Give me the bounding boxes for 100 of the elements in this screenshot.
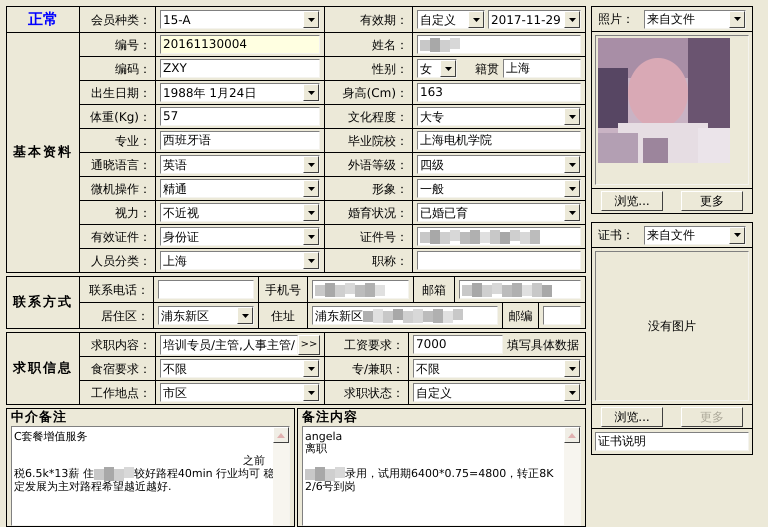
group-title: 中介备注 bbox=[11, 410, 68, 425]
text-field[interactable]: 163 bbox=[417, 83, 581, 102]
dropdown[interactable]: 1988年 1月24日 bbox=[160, 83, 320, 102]
dropdown[interactable]: 不限 bbox=[413, 359, 581, 378]
field-label: 工作地点： bbox=[91, 384, 151, 402]
field-label: 工资要求： bbox=[344, 336, 404, 354]
dropdown[interactable]: 四级 bbox=[417, 155, 581, 174]
note-text: 税6.5k*13薪 住 bbox=[14, 468, 94, 480]
text-field[interactable] bbox=[417, 227, 581, 246]
field-label: 身高(Cm)： bbox=[342, 84, 408, 102]
caret-icon bbox=[308, 90, 314, 94]
dropdown[interactable]: 市区 bbox=[160, 383, 320, 402]
dropdown[interactable]: 自定义 bbox=[413, 383, 581, 402]
field-label: 外语等级： bbox=[348, 156, 408, 174]
caret-icon bbox=[568, 210, 576, 214]
button[interactable]: 浏览... bbox=[601, 191, 663, 211]
group-title: 备注内容 bbox=[302, 410, 359, 425]
pixelated-redaction bbox=[94, 467, 134, 481]
text-field[interactable] bbox=[312, 280, 409, 299]
more-button[interactable]: >> bbox=[298, 334, 320, 354]
dropdown[interactable]: 浦东新区 bbox=[158, 306, 254, 325]
dropdown[interactable]: 女 bbox=[417, 59, 457, 78]
caret-icon bbox=[568, 18, 576, 22]
caret-icon bbox=[734, 233, 740, 237]
caret-icon bbox=[472, 18, 480, 22]
dropdown[interactable]: 大专 bbox=[417, 107, 581, 126]
dropdown[interactable]: 已婚已育 bbox=[417, 203, 581, 222]
pixelated-redaction bbox=[315, 282, 385, 296]
text-field[interactable]: 证书说明 bbox=[595, 432, 749, 451]
text-field[interactable]: 7000 bbox=[413, 335, 503, 354]
field-label: 性别： bbox=[372, 60, 408, 78]
dropdown[interactable]: 英语 bbox=[160, 155, 320, 174]
dropdown[interactable]: 身份证 bbox=[160, 227, 320, 246]
dropdown[interactable]: 2017-11-29 bbox=[488, 10, 581, 29]
hint-text: 填写具体数据 bbox=[507, 336, 579, 354]
caret-icon bbox=[308, 258, 314, 262]
text-field[interactable]: 浦东新区 bbox=[312, 306, 498, 325]
note-text: 2/6号到岗 bbox=[305, 481, 356, 493]
note-text: C套餐增值服务 bbox=[14, 431, 88, 443]
section-title: 求职信息 bbox=[13, 360, 73, 378]
text-field[interactable] bbox=[543, 306, 581, 325]
button[interactable]: 更多 bbox=[681, 191, 743, 211]
field-label: 联系电话： bbox=[89, 282, 149, 298]
text-field[interactable] bbox=[417, 35, 581, 54]
note-text: 定发展为主对路程希望越近越好. bbox=[14, 481, 172, 493]
text-field[interactable] bbox=[459, 280, 581, 299]
caret-icon bbox=[308, 162, 314, 166]
caret-icon bbox=[568, 114, 576, 118]
scrollbar[interactable] bbox=[273, 427, 289, 525]
dropdown[interactable]: 来自文件 bbox=[644, 10, 746, 28]
text-field[interactable]: ZXY bbox=[160, 59, 320, 78]
caret-icon bbox=[568, 162, 576, 166]
caret-icon bbox=[308, 366, 314, 370]
field-label: 证件号： bbox=[360, 228, 408, 246]
text-field[interactable]: 20161130004 bbox=[160, 35, 320, 54]
dropdown[interactable]: 不限 bbox=[160, 359, 320, 378]
field-label: 求职内容： bbox=[91, 336, 151, 354]
caret-icon bbox=[242, 314, 248, 318]
field-label: 视力： bbox=[115, 204, 151, 222]
text-field[interactable]: 57 bbox=[160, 107, 320, 126]
caret-icon bbox=[568, 366, 576, 370]
field-label: 姓名： bbox=[372, 36, 408, 54]
text-field[interactable]: 上海电机学院 bbox=[417, 131, 581, 150]
field-label: 人员分类： bbox=[91, 252, 151, 270]
pixelated-redaction bbox=[420, 38, 460, 52]
field-label: 住址 bbox=[271, 308, 295, 324]
field-label: 婚育状况： bbox=[348, 204, 408, 222]
scrollbar[interactable] bbox=[564, 427, 580, 525]
field-label: 微机操作： bbox=[91, 180, 151, 198]
text-field[interactable]: 上海 bbox=[503, 59, 581, 78]
caret-icon bbox=[308, 234, 314, 238]
text-field[interactable]: 培训专员/主管,人事主管/ bbox=[160, 334, 298, 354]
button[interactable]: 浏览... bbox=[601, 406, 663, 426]
field-label: 证书： bbox=[598, 227, 634, 244]
field-label: 文化程度： bbox=[348, 108, 408, 126]
dropdown[interactable]: 不近视 bbox=[160, 203, 320, 222]
field-label: 专业： bbox=[115, 132, 151, 150]
note-text: 离职 bbox=[305, 443, 327, 455]
field-label: 邮箱 bbox=[422, 282, 446, 298]
caret-icon bbox=[308, 210, 314, 214]
text-field[interactable] bbox=[158, 280, 254, 299]
dropdown[interactable]: 自定义 bbox=[417, 10, 485, 29]
field-label: 毕业院校： bbox=[348, 132, 408, 150]
field-label: 会员种类： bbox=[91, 12, 151, 28]
text-field[interactable]: 西班牙语 bbox=[160, 131, 320, 150]
caret-icon bbox=[568, 186, 576, 190]
dropdown[interactable]: 一般 bbox=[417, 179, 581, 198]
note-text: angela bbox=[305, 431, 342, 443]
empty-image-text: 没有图片 bbox=[648, 318, 696, 335]
text-field[interactable] bbox=[417, 251, 581, 270]
dropdown[interactable]: 15-A bbox=[160, 10, 320, 29]
dropdown[interactable]: 上海 bbox=[160, 251, 320, 270]
caret-icon bbox=[308, 18, 314, 22]
status-text: 正常 bbox=[28, 9, 58, 30]
dropdown[interactable]: 精通 bbox=[160, 179, 320, 198]
field-label: 体重(Kg)： bbox=[90, 108, 151, 126]
field-text: 浦东新区 bbox=[315, 308, 363, 324]
field-label: 食宿要求： bbox=[91, 360, 151, 378]
field-label: 籍贯 bbox=[475, 60, 499, 78]
dropdown[interactable]: 来自文件 bbox=[644, 226, 746, 244]
